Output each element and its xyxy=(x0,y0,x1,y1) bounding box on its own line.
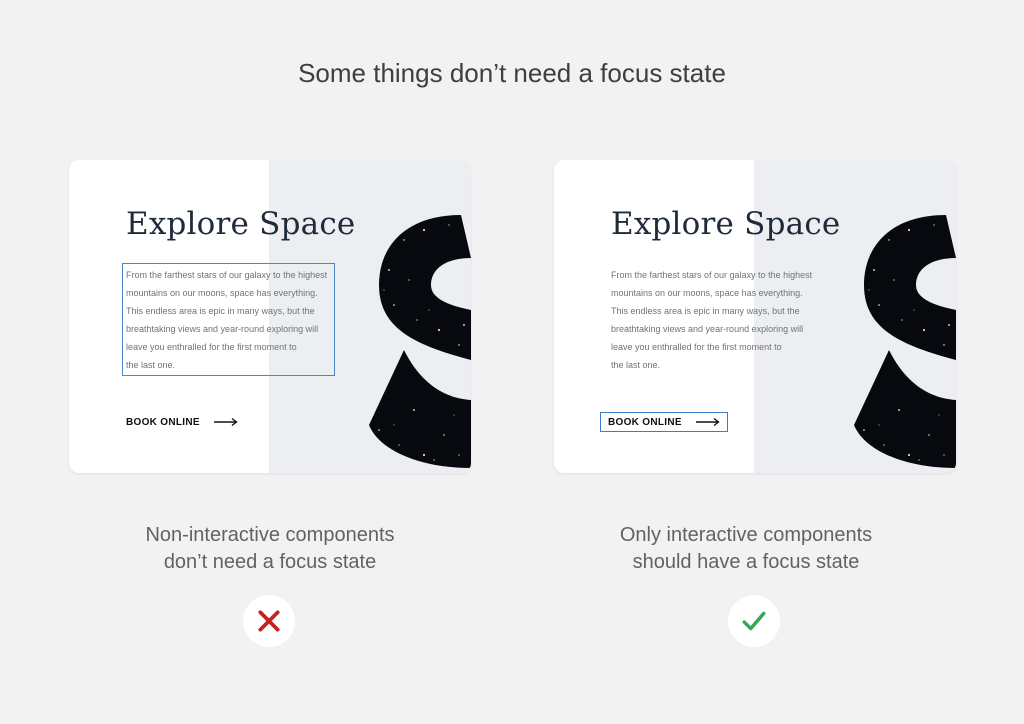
page-title: Some things don’t need a focus state xyxy=(298,58,726,88)
body-text-line: From the farthest stars of our galaxy to… xyxy=(611,270,813,280)
incorrect-badge xyxy=(243,595,295,647)
caption-correct: Only interactive components should have … xyxy=(546,522,946,576)
card-correct-example: Explore Space From the farthest stars of… xyxy=(554,160,956,473)
card-body-text: From the farthest stars of our galaxy to… xyxy=(611,266,821,374)
caption-line: don’t need a focus state xyxy=(163,551,377,573)
book-online-label: BOOK ONLINE xyxy=(608,416,682,428)
card-heading: Explore Space xyxy=(611,206,841,242)
x-icon xyxy=(258,610,280,632)
body-text-line: mountains on our moons, space has everyt… xyxy=(611,288,803,298)
space-letter-s-graphic xyxy=(369,215,471,468)
caption-line: Only interactive components xyxy=(619,524,873,546)
body-text-line: leave you enthralled for the first momen… xyxy=(611,342,782,352)
body-text-line: breathtaking views and year-round explor… xyxy=(611,324,804,334)
caption-line: should have a focus state xyxy=(632,551,860,573)
arrow-right-icon xyxy=(695,417,720,427)
card-heading: Explore Space xyxy=(126,206,356,242)
checkmark-icon xyxy=(742,611,766,631)
book-online-button[interactable]: BOOK ONLINE xyxy=(126,415,238,429)
book-online-label: BOOK ONLINE xyxy=(126,416,200,428)
caption-line: Non-interactive components xyxy=(145,524,395,546)
caption-incorrect: Non-interactive components don’t need a … xyxy=(70,522,470,576)
card-incorrect-example: Explore Space From the farthest stars of… xyxy=(69,160,471,473)
space-letter-s-graphic xyxy=(854,215,956,468)
book-online-button-focused[interactable]: BOOK ONLINE xyxy=(600,412,728,432)
body-text-line: This endless area is epic in many ways, … xyxy=(611,306,800,316)
arrow-right-icon xyxy=(213,417,238,427)
correct-badge xyxy=(728,595,780,647)
body-text-line: the last one. xyxy=(611,360,661,370)
focus-ring-on-body-text xyxy=(122,263,335,376)
